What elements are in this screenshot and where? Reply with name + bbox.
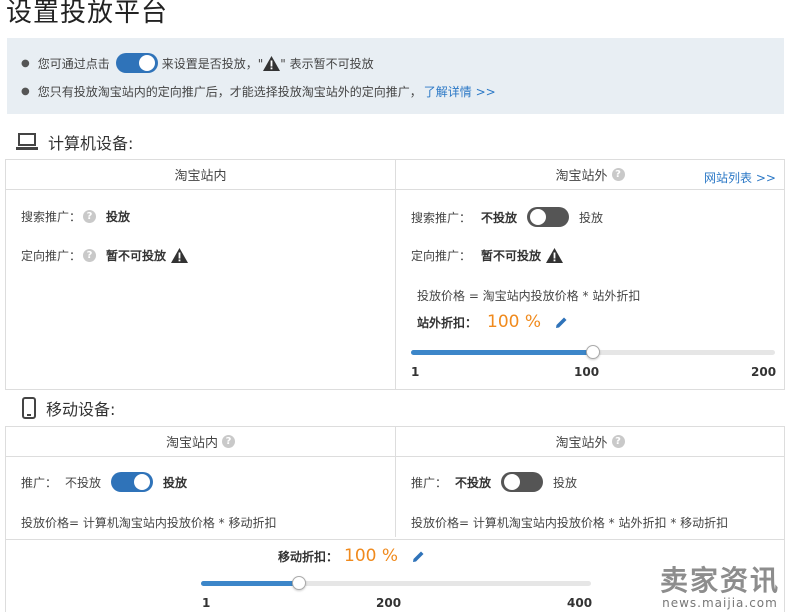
- laptop-icon: [16, 133, 38, 150]
- off-label: 不投放: [65, 475, 102, 490]
- on-label: 投放: [579, 210, 604, 225]
- watermark-logo: 卖家资讯 news.maijia.com: [659, 564, 780, 611]
- search-promo-row: 搜索推广： ? 投放: [21, 208, 130, 225]
- discount-label: 站外折扣：: [417, 315, 478, 330]
- notice-text: 您只有投放淘宝站内的定向推广后，才能选择投放淘宝站外的定向推广，: [37, 85, 422, 99]
- col-header-inside: 淘宝站内: [6, 160, 395, 190]
- mobile-outside-promo-row: 推广： 不投放 投放: [411, 472, 577, 492]
- field-label: 推广：: [411, 475, 448, 490]
- help-icon[interactable]: ?: [83, 249, 97, 262]
- target-promo-row: 定向推广： ? 暂不可投放: [21, 247, 189, 264]
- computer-table: 淘宝站内 淘宝站外 ? 网站列表 >> 搜索推广： ? 投放 定向推广： ? 暂…: [5, 159, 785, 390]
- col-header-outside: 淘宝站外 ?: [396, 427, 784, 457]
- mobile-discount-slider[interactable]: [201, 576, 591, 590]
- notice-text: 您可通过点击: [37, 56, 110, 71]
- outside-search-toggle[interactable]: [527, 207, 570, 227]
- notice-line-2: ● 您只有投放淘宝站内的定向推广后，才能选择投放淘宝站外的定向推广， 了解详情 …: [21, 83, 496, 100]
- slider-max: 400: [567, 596, 593, 610]
- slider-min: 1: [202, 596, 211, 610]
- outside-discount-slider[interactable]: [411, 345, 775, 359]
- off-label: 不投放: [455, 475, 492, 490]
- notice-text: " 表示暂不可投放: [280, 56, 374, 71]
- slider-mid: 100: [574, 365, 600, 379]
- discount-value[interactable]: 100 %: [344, 546, 398, 566]
- field-label: 定向推广：: [411, 249, 472, 263]
- mobile-outside-toggle[interactable]: [501, 472, 544, 492]
- page-title: 设置投放平台: [6, 0, 169, 28]
- slider-mid: 200: [376, 596, 402, 610]
- mobile-section-title: 移动设备:: [16, 396, 115, 420]
- notice-line-1: ● 您可通过点击 来设置是否投放，" " 表示暂不可投放: [21, 53, 374, 73]
- section-title: 移动设备:: [46, 400, 116, 419]
- warning-icon: [263, 55, 281, 71]
- bullet: ●: [21, 57, 30, 69]
- col-label: 淘宝站外: [555, 436, 608, 451]
- col-label: 淘宝站内: [165, 436, 218, 451]
- computer-section-title: 计算机设备:: [16, 130, 133, 154]
- watermark-text: 卖家资讯: [659, 564, 780, 597]
- on-label: 投放: [553, 475, 578, 490]
- field-value: 暂不可投放: [106, 249, 167, 263]
- col-header-inside: 淘宝站内 ?: [6, 427, 395, 457]
- notice-box: ● 您可通过点击 来设置是否投放，" " 表示暂不可投放 ● 您只有投放淘宝站内…: [7, 38, 784, 114]
- mobile-inside-formula: 投放价格= 计算机淘宝站内投放价格 * 移动折扣: [21, 516, 277, 530]
- mobile-inside-promo-row: 推广： 不投放 投放: [21, 472, 187, 492]
- edit-pencil-icon[interactable]: [412, 550, 425, 563]
- field-value: 投放: [106, 210, 131, 224]
- slider-max: 200: [751, 365, 777, 379]
- site-list-link[interactable]: 网站列表 >>: [704, 169, 776, 186]
- mobile-phone-icon: [22, 397, 36, 419]
- example-toggle: [115, 53, 158, 73]
- help-icon[interactable]: ?: [83, 210, 97, 223]
- field-label: 推广：: [21, 475, 58, 490]
- slider-min: 1: [411, 365, 420, 379]
- outside-discount-row: 站外折扣： 100 %: [417, 312, 568, 332]
- help-icon[interactable]: ?: [611, 168, 625, 181]
- slider-thumb[interactable]: [291, 576, 306, 590]
- discount-value[interactable]: 100 %: [487, 312, 541, 332]
- mobile-inside-toggle[interactable]: [111, 472, 154, 492]
- on-label: 投放: [163, 475, 188, 490]
- warning-icon: [171, 248, 189, 263]
- field-value: 暂不可投放: [481, 249, 542, 263]
- edit-pencil-icon[interactable]: [555, 316, 568, 329]
- section-title: 计算机设备:: [48, 134, 134, 153]
- col-label: 淘宝站内: [174, 169, 227, 184]
- warning-icon: [546, 248, 564, 263]
- field-label: 定向推广：: [21, 249, 82, 263]
- help-icon[interactable]: ?: [222, 435, 235, 448]
- help-icon[interactable]: ?: [611, 435, 625, 448]
- mobile-outside-formula: 投放价格= 计算机淘宝站内投放价格 * 站外折扣 * 移动折扣: [411, 516, 729, 530]
- details-link[interactable]: 了解详情 >>: [424, 83, 496, 100]
- outside-target-row: 定向推广： 暂不可投放: [411, 247, 564, 264]
- outside-search-row: 搜索推广： 不投放 投放: [411, 207, 603, 227]
- notice-text: 来设置是否投放，": [161, 56, 264, 71]
- slider-thumb[interactable]: [586, 345, 600, 359]
- field-label: 搜索推广：: [411, 210, 472, 225]
- col-label: 淘宝站外: [555, 169, 608, 184]
- bullet: ●: [21, 86, 30, 97]
- discount-label: 移动折扣：: [278, 549, 339, 564]
- field-label: 搜索推广：: [21, 210, 82, 224]
- watermark-url: news.maijia.com: [662, 596, 778, 610]
- mobile-discount-row: 移动折扣： 100 %: [278, 546, 425, 566]
- price-formula: 投放价格 = 淘宝站内投放价格 * 站外折扣: [417, 289, 641, 303]
- off-label: 不投放: [481, 210, 518, 225]
